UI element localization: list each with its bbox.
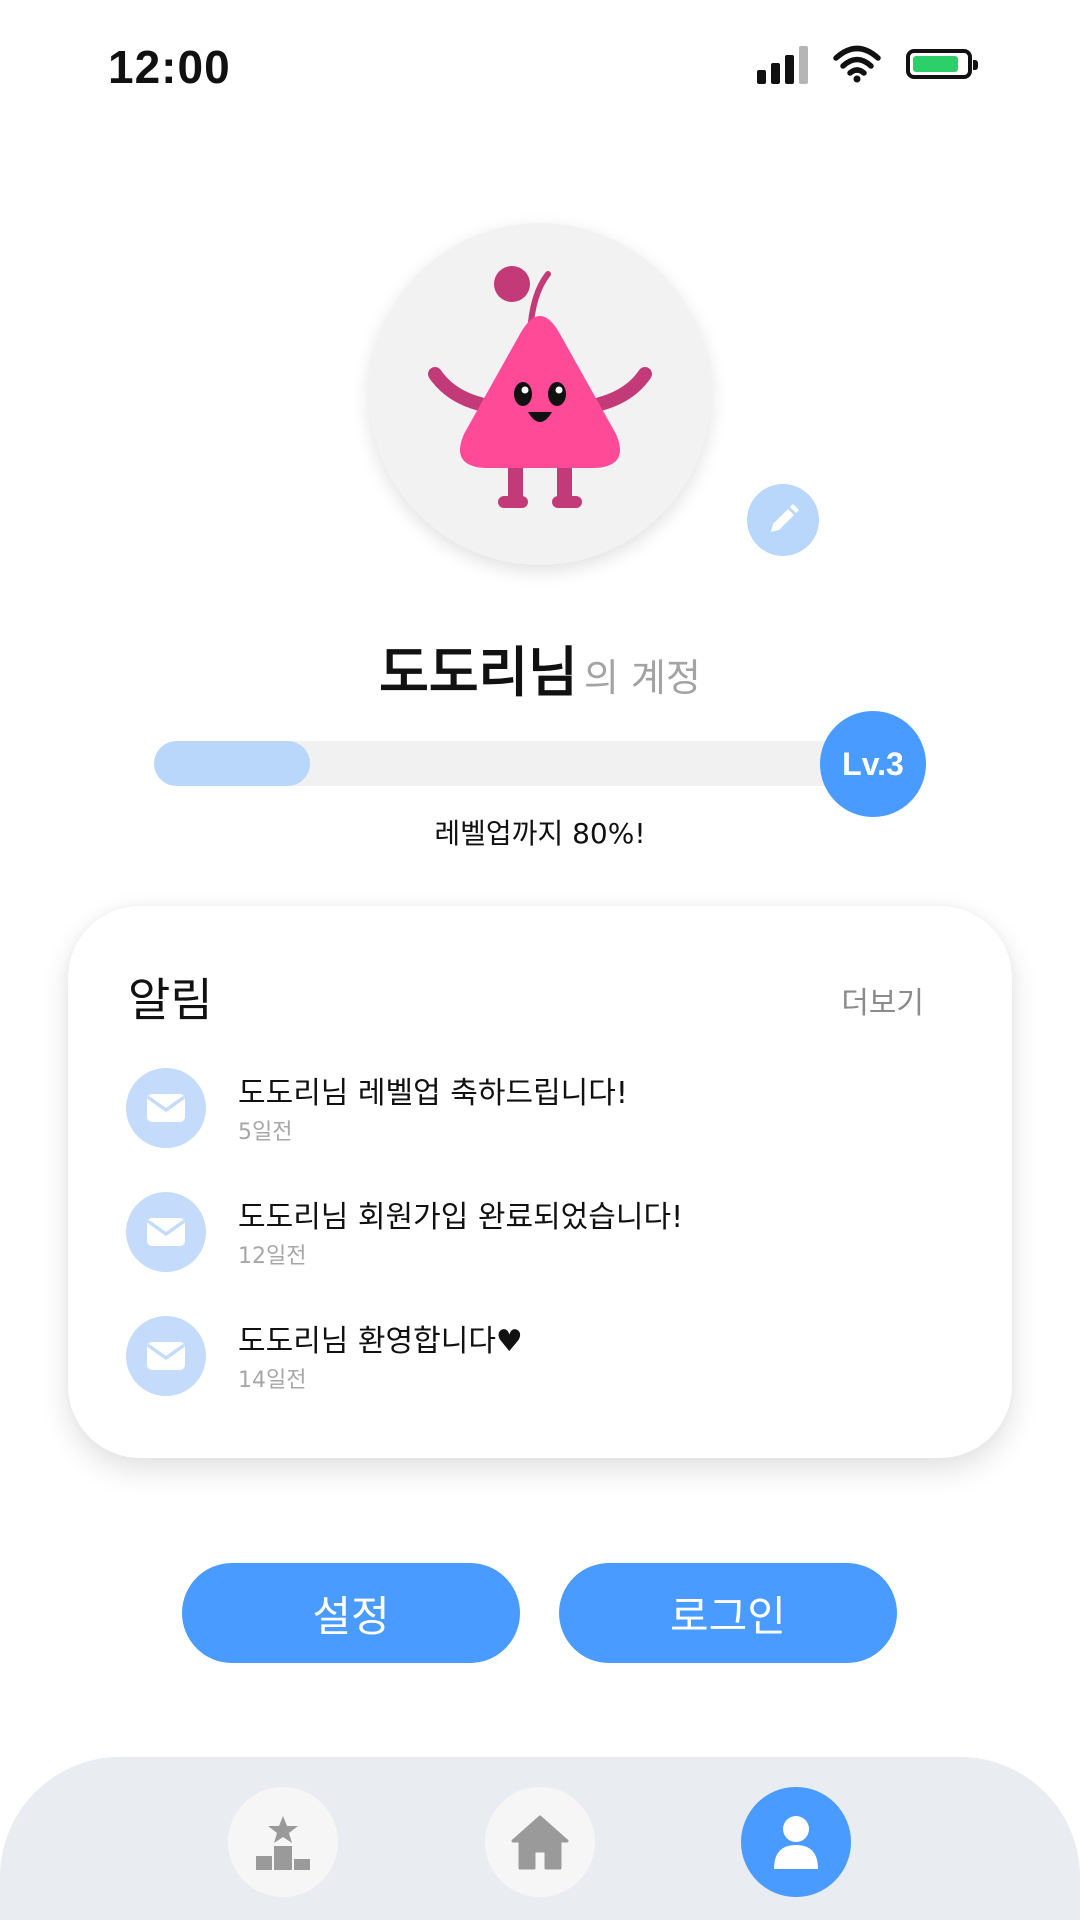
pencil-icon bbox=[771, 504, 799, 532]
account-name: 도도리님 bbox=[379, 641, 578, 704]
nav-profile[interactable] bbox=[741, 1787, 851, 1897]
notification-text: 도도리님 레벨업 축하드립니다! bbox=[238, 1076, 628, 1111]
notification-title: 알림 bbox=[128, 973, 213, 1027]
notification-item[interactable]: 도도리님 레벨업 축하드립니다! 5일전 bbox=[126, 1068, 966, 1158]
level-progress-bar bbox=[154, 741, 864, 786]
more-link[interactable]: 더보기 bbox=[841, 978, 924, 1022]
profile-icon bbox=[774, 1816, 818, 1869]
settings-button[interactable]: 설정 bbox=[182, 1563, 520, 1663]
profile-avatar[interactable] bbox=[369, 223, 711, 565]
wifi-icon bbox=[833, 45, 881, 83]
nav-home[interactable] bbox=[485, 1787, 595, 1897]
notification-item[interactable]: 도도리님 회원가입 완료되었습니다! 12일전 bbox=[126, 1192, 966, 1282]
level-progress-text: 레벨업까지 80%! bbox=[434, 817, 646, 850]
pink-pear-character-icon bbox=[428, 266, 652, 508]
mail-icon bbox=[126, 1068, 206, 1148]
login-button[interactable]: 로그인 bbox=[559, 1563, 897, 1663]
notification-card: 알림 더보기 도도리님 레벨업 축하드립니다! 5일전 도도리님 회원가입 완료… bbox=[68, 906, 1012, 1458]
notification-time: 12일전 bbox=[238, 1244, 307, 1269]
notification-item[interactable]: 도도리님 환영합니다♥ 14일전 bbox=[126, 1316, 966, 1406]
account-suffix: 의 계정 bbox=[583, 656, 701, 700]
level-progress-fill bbox=[154, 741, 311, 786]
home-icon bbox=[511, 1815, 569, 1870]
notification-text: 도도리님 환영합니다♥ bbox=[238, 1324, 523, 1359]
notification-time: 14일전 bbox=[238, 1368, 307, 1393]
bottom-nav bbox=[0, 1757, 1080, 1920]
status-icons bbox=[757, 44, 978, 84]
mail-icon bbox=[126, 1316, 206, 1396]
account-heading: 도도리님 의 계정 bbox=[0, 628, 1080, 707]
nav-ranking[interactable] bbox=[228, 1787, 338, 1897]
signal-icon bbox=[757, 44, 808, 84]
mail-icon bbox=[126, 1192, 206, 1272]
status-time: 12:00 bbox=[108, 41, 231, 93]
level-badge: Lv.3 bbox=[820, 711, 926, 817]
ranking-icon bbox=[256, 1816, 310, 1870]
notification-time: 5일전 bbox=[238, 1120, 293, 1145]
battery-icon bbox=[906, 49, 978, 79]
notification-text: 도도리님 회원가입 완료되었습니다! bbox=[238, 1200, 684, 1235]
edit-profile-button[interactable] bbox=[747, 484, 819, 556]
